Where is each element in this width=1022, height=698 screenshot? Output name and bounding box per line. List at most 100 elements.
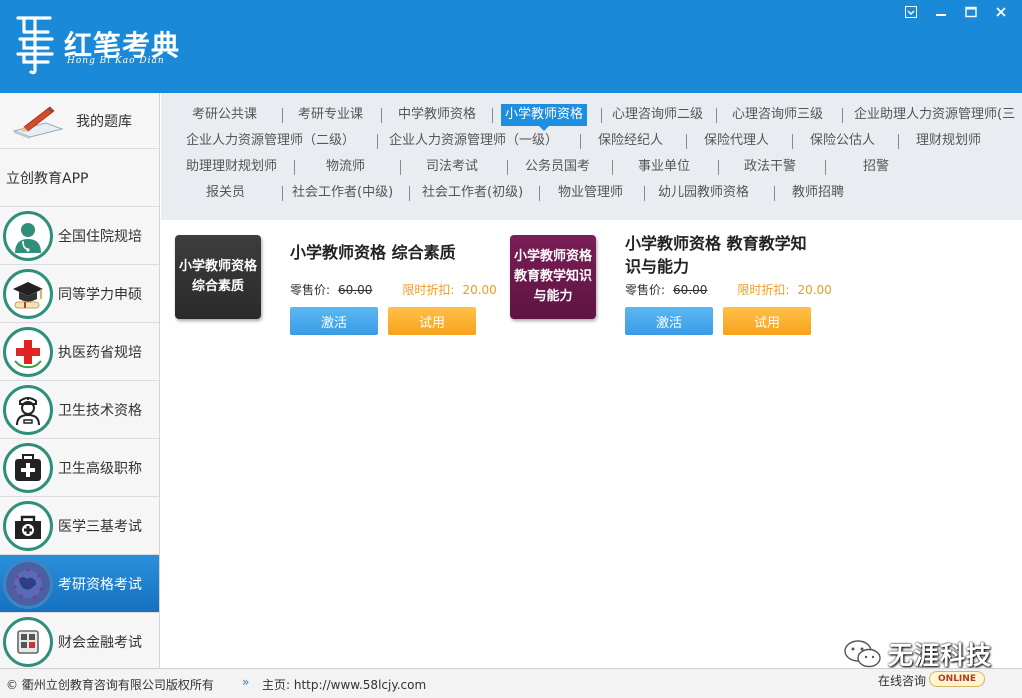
category-divider	[400, 160, 401, 175]
category-item[interactable]: 心理咨询师二级	[612, 104, 703, 126]
sidebar-item-label: 考研资格考试	[58, 577, 142, 593]
category-divider	[774, 186, 775, 201]
app-header: 红笔考典 Hong Bi Kao Dian	[0, 0, 1022, 93]
sidebar-item-label: 执医药省规培	[58, 345, 142, 361]
homepage-url[interactable]: http://www.58lcjy.com	[294, 678, 426, 692]
category-divider	[294, 160, 295, 175]
category-item[interactable]: 事业单位	[638, 156, 690, 178]
homepage-link[interactable]: 主页: http://www.58lcjy.com	[262, 676, 426, 693]
retail-price-label: 零售价:	[290, 283, 331, 297]
category-item[interactable]: 物流师	[326, 156, 365, 178]
category-item[interactable]: 公务员国考	[525, 156, 590, 178]
category-divider	[612, 160, 613, 175]
trial-button[interactable]: 试用	[723, 307, 811, 335]
category-divider	[377, 134, 378, 149]
medical-kit-icon	[15, 454, 41, 481]
graduation-cap-icon	[13, 282, 43, 309]
menu-button[interactable]	[896, 4, 926, 20]
logo-mark-icon	[16, 16, 54, 75]
close-icon	[996, 7, 1006, 17]
menu-icon	[905, 6, 917, 18]
category-item[interactable]: 政法干警	[744, 156, 796, 178]
product-card: 小学教师资格 综合素质 小学教师资格 综合素质 零售价: 60.00 限时折扣: 20…	[175, 235, 497, 345]
category-divider	[492, 108, 493, 123]
category-item[interactable]: 保险经纪人	[598, 130, 663, 152]
product-card: 小学教师资格 教育教学知识与能力 小学教师资格 教育教学知识与能力 零售价: 60…	[510, 234, 832, 345]
sidebar-app-link[interactable]: 立创教育APP	[0, 149, 159, 207]
category-item[interactable]: 报关员	[206, 182, 245, 204]
category-divider	[825, 160, 826, 175]
category-item[interactable]: 考研专业课	[298, 104, 363, 126]
category-divider	[282, 108, 283, 123]
trial-button[interactable]: 试用	[388, 307, 476, 335]
sidebar-item-exam-qualification[interactable]: 考研资格考试	[0, 555, 159, 613]
category-item[interactable]: 社会工作者(初级)	[422, 182, 523, 204]
maximize-button[interactable]	[956, 4, 986, 20]
sidebar-item-label: 财会金融考试	[58, 635, 142, 651]
category-item[interactable]: 企业人力资源管理师（二级）	[186, 130, 355, 152]
category-item[interactable]: 企业助理人力资源管理师(三	[854, 104, 1022, 126]
discount-value: 20.00	[462, 283, 497, 297]
category-item[interactable]: 企业人力资源管理师（一级）	[389, 130, 558, 152]
category-divider	[282, 186, 283, 201]
sidebar-item-label: 卫生技术资格	[58, 403, 142, 419]
sidebar-item-finance[interactable]: 财会金融考试	[0, 613, 159, 668]
window-controls	[896, 4, 1016, 20]
sidebar-item-label: 全国住院规培	[58, 229, 142, 245]
category-nav: 考研公共课 考研专业课 中学教师资格 小学教师资格 心理咨询师二级 心理咨询师三…	[161, 93, 1022, 220]
online-badge[interactable]: ONLINE	[929, 671, 985, 687]
category-divider	[409, 186, 410, 201]
category-item[interactable]: 保险代理人	[704, 130, 769, 152]
category-item[interactable]: 理财规划师	[916, 130, 981, 152]
sidebar-item-master-degree[interactable]: 同等学力申硕	[0, 265, 159, 323]
category-item[interactable]: 保险公估人	[810, 130, 875, 152]
nurse-icon	[16, 397, 40, 426]
category-item[interactable]: 社会工作者(中级)	[292, 182, 393, 204]
minimize-icon	[936, 14, 946, 16]
product-cover[interactable]: 小学教师资格 教育教学知识与能力	[510, 235, 596, 319]
watermark: 无涯科技	[842, 636, 992, 672]
online-consult-label[interactable]: 在线咨询	[878, 672, 926, 689]
sidebar-my-question-bank[interactable]: 我的题库	[0, 93, 159, 149]
category-divider	[644, 186, 645, 201]
category-item[interactable]: 司法考试	[426, 156, 478, 178]
discount-value: 20.00	[797, 283, 832, 297]
category-item[interactable]: 幼儿园教师资格	[658, 182, 749, 204]
sidebar-item-label: 卫生高级职称	[58, 461, 142, 477]
retail-price-label: 零售价:	[625, 283, 666, 297]
sidebar-item-senior-title[interactable]: 卫生高级职称	[0, 439, 159, 497]
app-logo: 红笔考典 Hong Bi Kao Dian	[14, 12, 184, 78]
category-item[interactable]: 物业管理师	[558, 182, 623, 204]
category-item[interactable]: 教师招聘	[792, 182, 844, 204]
maximize-icon	[965, 6, 977, 18]
sidebar-item-health-tech[interactable]: 卫生技术资格	[0, 381, 159, 439]
category-divider	[539, 186, 540, 201]
category-divider	[686, 134, 687, 149]
homepage-label: 主页:	[262, 678, 291, 692]
activate-button[interactable]: 激活	[290, 307, 378, 335]
product-price: 零售价: 60.00 限时折扣: 20.00	[290, 281, 497, 298]
copyright-text: © 衢州立创教育咨询有限公司版权所有	[6, 678, 214, 692]
category-item[interactable]: 中学教师资格	[398, 104, 476, 126]
sidebar-item-medical-basics[interactable]: 医学三基考试	[0, 497, 159, 555]
pen-notebook-icon	[12, 106, 64, 139]
activate-button[interactable]: 激活	[625, 307, 713, 335]
category-item[interactable]: 助理理财规划师	[186, 156, 277, 178]
sidebar-item-label: 医学三基考试	[58, 519, 142, 535]
product-cover[interactable]: 小学教师资格 综合素质	[175, 235, 261, 319]
category-divider	[601, 108, 602, 123]
category-item-active[interactable]: 小学教师资格	[501, 104, 588, 131]
sidebar-item-residency[interactable]: 全国住院规培	[0, 207, 159, 265]
category-divider	[842, 108, 843, 123]
category-divider	[898, 134, 899, 149]
category-divider	[792, 134, 793, 149]
app-subtitle: Hong Bi Kao Dian	[67, 56, 165, 66]
minimize-button[interactable]	[926, 4, 956, 20]
close-button[interactable]	[986, 4, 1016, 20]
category-item[interactable]: 心理咨询师三级	[732, 104, 823, 126]
category-item[interactable]: 考研公共课	[192, 104, 257, 126]
product-price: 零售价: 60.00 限时折扣: 20.00	[625, 281, 832, 298]
sidebar-item-medical-license[interactable]: 执医药省规培	[0, 323, 159, 381]
category-item[interactable]: 招警	[863, 156, 889, 178]
wechat-icon	[844, 640, 881, 668]
